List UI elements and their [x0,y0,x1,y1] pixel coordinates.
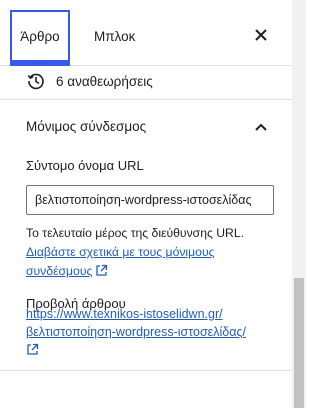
history-icon [26,71,46,91]
revisions-label: 6 αναθεωρήσεις [56,73,153,89]
scrollbar-thumb[interactable] [294,278,304,408]
divider [0,99,292,100]
permalinks-help-link[interactable]: Διαβάστε σχετικά με τους μόνιμους συνδέσμ… [26,245,214,278]
slug-input[interactable] [26,185,274,215]
tab-block[interactable]: Μπλοκ [94,10,135,62]
divider [0,370,292,371]
permalink-panel-title[interactable]: Μόνιμος σύνδεσμος [26,119,146,134]
sidebar-tabs: Άρθρο Μπλοκ [0,0,292,66]
tab-post-label: Άρθρο [20,28,60,44]
tab-post[interactable]: Άρθρο [10,10,70,66]
slug-help: Το τελευταίο μέρος της διεύθυνσης URL. Δ… [26,224,276,281]
slug-help-text: Το τελευταίο μέρος της διεύθυνσης URL. [26,226,244,240]
external-link-icon [96,264,108,276]
panel-toggle-button[interactable] [250,117,272,137]
chevron-up-icon [255,123,267,131]
view-post-external-icon-wrap [26,341,39,359]
external-link-icon [27,343,39,355]
close-button[interactable] [250,24,272,46]
revisions-button[interactable]: 6 αναθεωρήσεις [0,66,292,96]
view-post-link-line1[interactable]: https://www.texnikos-istoselidwn.gr/ [26,305,223,323]
tab-block-label: Μπλοκ [94,28,136,44]
view-post-link-line2[interactable]: βελτιστοποίηση-wordpress-ιστοσελίδας/ [26,323,246,341]
slug-label: Σύντομο όνομα URL [26,158,144,173]
close-icon [255,29,267,41]
